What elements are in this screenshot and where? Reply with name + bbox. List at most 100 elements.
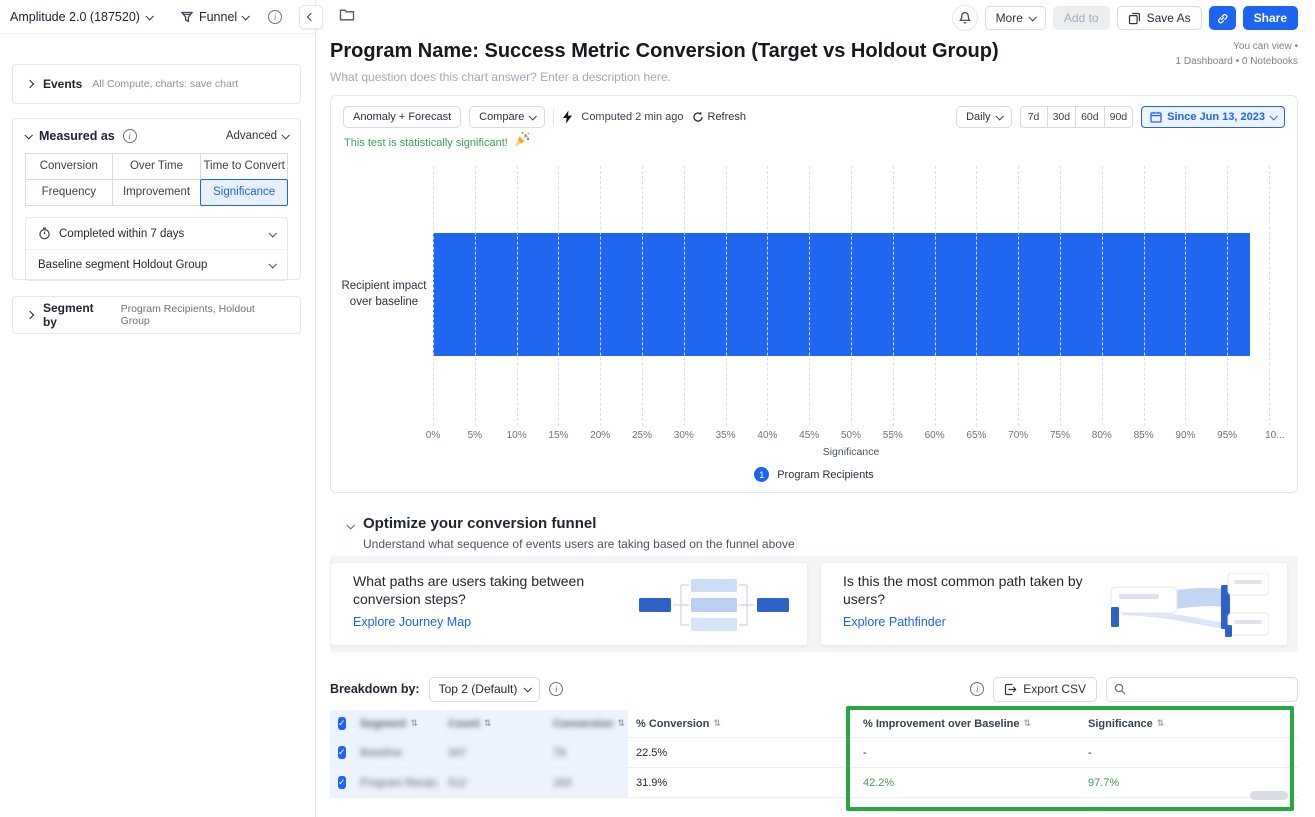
optimize-header: Optimize your conversion funnel Understa… [347,515,795,551]
x-tick-label: 0% [426,430,440,441]
improvement-cell: 42.2% [855,768,1080,797]
completed-within-row[interactable]: Completed within 7 days [26,218,287,249]
x-tick-label: 70% [1008,430,1028,441]
description-placeholder[interactable]: What question does this chart answer? En… [330,70,671,84]
sort-icon[interactable]: ⇅ [484,718,492,729]
gridline [684,166,685,426]
events-section[interactable]: Events All Compute, charts: save chart [12,64,301,104]
stopwatch-icon [38,227,51,240]
breakdown-table: ✓ Segment⇅Count⇅Conversion⇅% Conversion⇅%… [330,710,1298,798]
export-csv-button[interactable]: Export CSV [993,677,1097,702]
chart-legend[interactable]: 1 Program Recipients [331,467,1297,482]
x-axis-label: Significance [433,446,1269,458]
chevron-down-icon [1269,112,1277,120]
conversion-cell: 31.9% [628,768,855,797]
measured-as-section: Measured as i Advanced ConversionOver Ti… [12,118,301,280]
chart-type-selector[interactable]: Funnel [180,10,248,24]
x-tick-label: 40% [757,430,777,441]
measure-option-over-time[interactable]: Over Time [112,153,201,180]
sort-icon[interactable]: ⇅ [410,718,418,729]
blurred-column-header[interactable]: Conversion⇅ [545,710,628,737]
folder-icon[interactable] [339,8,355,22]
gridline [935,166,936,426]
horizontal-scrollbar[interactable] [1250,791,1288,800]
journey-map-question: What paths are users taking between conv… [353,572,633,608]
sort-icon[interactable]: ⇅ [618,718,626,729]
measure-option-frequency[interactable]: Frequency [25,179,114,206]
column-header[interactable]: % Conversion⇅ [628,710,855,737]
compare-dropdown[interactable]: Compare [469,106,545,128]
baseline-segment-row[interactable]: Baseline segment Holdout Group [26,249,287,280]
breakdown-selector[interactable]: Top 2 (Default) [429,677,541,702]
notifications-button[interactable] [952,5,978,31]
gridline [767,166,768,426]
column-header[interactable]: % Improvement over Baseline⇅ [855,710,1080,737]
blurred-column-header[interactable]: Count⇅ [440,710,545,737]
info-icon[interactable]: i [970,682,984,696]
collapse-sidebar-button[interactable] [299,5,323,29]
share-label: Share [1254,11,1287,25]
chevron-down-icon[interactable] [24,131,32,139]
table-row[interactable]: ✓Program Recipi...51216331.9%42.2%97.7% [330,768,1298,798]
chevron-down-icon[interactable] [346,521,354,529]
pathfinder-card[interactable]: Is this the most common path taken by us… [820,562,1288,646]
measure-option-improvement[interactable]: Improvement [112,179,201,206]
range-7d[interactable]: 7d [1020,106,1048,128]
baseline-segment-label: Baseline segment Holdout Group [38,259,207,271]
sort-icon[interactable]: ⇅ [1024,718,1032,729]
significance-bar[interactable] [433,233,1250,356]
row-checkbox[interactable]: ✓ [338,746,346,759]
party-popper-icon [512,130,531,149]
amplitude-app: Amplitude 2.0 (187520) Funnel i Events A… [0,0,1315,817]
lightning-icon[interactable] [562,110,573,124]
x-tick-label: 45% [799,430,819,441]
range-60d[interactable]: 60d [1075,106,1105,128]
segment-by-section[interactable]: Segment by Program Recipients, Holdout G… [12,296,301,334]
x-tick-label: 15% [548,430,568,441]
info-icon[interactable]: i [549,682,563,696]
refresh-icon [692,111,704,123]
row-checkbox[interactable]: ✓ [338,776,346,789]
blurred-column-header[interactable]: Segment⇅ [352,710,440,737]
refresh-button[interactable]: Refresh [692,111,747,123]
save-as-button[interactable]: Save As [1117,6,1202,30]
project-selector[interactable]: Amplitude 2.0 (187520) [10,10,152,24]
more-button[interactable]: More [985,6,1046,30]
chevron-down-icon [281,131,289,139]
sort-icon[interactable]: ⇅ [713,718,721,729]
export-icon [1004,683,1017,696]
share-button[interactable]: Share [1243,6,1298,30]
granularity-dropdown[interactable]: Daily [956,106,1011,128]
table-row[interactable]: ✓Baseline3477822.5%-- [330,738,1298,768]
significance-banner-text: This test is statistically significant! [344,137,508,149]
explore-journey-map-link[interactable]: Explore Journey Map [353,615,471,629]
date-range-button[interactable]: Since Jun 13, 2023 [1141,106,1285,128]
x-tick-label: 60% [925,430,945,441]
add-to-button[interactable]: Add to [1053,6,1110,30]
journey-map-card[interactable]: What paths are users taking between conv… [330,562,808,646]
range-90d[interactable]: 90d [1104,106,1134,128]
x-tick-label: 80% [1092,430,1112,441]
row-checkbox[interactable]: ✓ [338,717,346,730]
measure-option-time-to-convert[interactable]: Time to Convert [200,153,289,180]
explore-pathfinder-link[interactable]: Explore Pathfinder [843,615,946,629]
column-header[interactable]: Significance⇅ [1080,710,1298,737]
copy-link-button[interactable] [1209,6,1236,30]
advanced-dropdown[interactable]: Advanced [226,130,288,142]
measure-option-conversion[interactable]: Conversion [25,153,114,180]
breakdown-controls: Breakdown by: Top 2 (Default) i i Export… [330,676,1298,702]
sort-icon[interactable]: ⇅ [1157,718,1165,729]
anomaly-forecast-button[interactable]: Anomaly + Forecast [343,106,461,128]
page-title[interactable]: Program Name: Success Metric Conversion … [330,40,999,63]
measure-option-significance[interactable]: Significance [200,179,289,206]
computed-status: Computed 2 min ago [581,111,683,123]
main-topbar: More Add to Save As Share [317,0,1315,34]
info-icon[interactable]: i [123,129,137,143]
search-input[interactable] [1131,683,1281,695]
x-tick-label: 5% [468,430,482,441]
improvement-cell: - [855,738,1080,767]
info-icon[interactable]: i [268,10,282,24]
export-csv-label: Export CSV [1023,682,1086,696]
table-search[interactable] [1106,677,1298,702]
range-30d[interactable]: 30d [1047,106,1077,128]
